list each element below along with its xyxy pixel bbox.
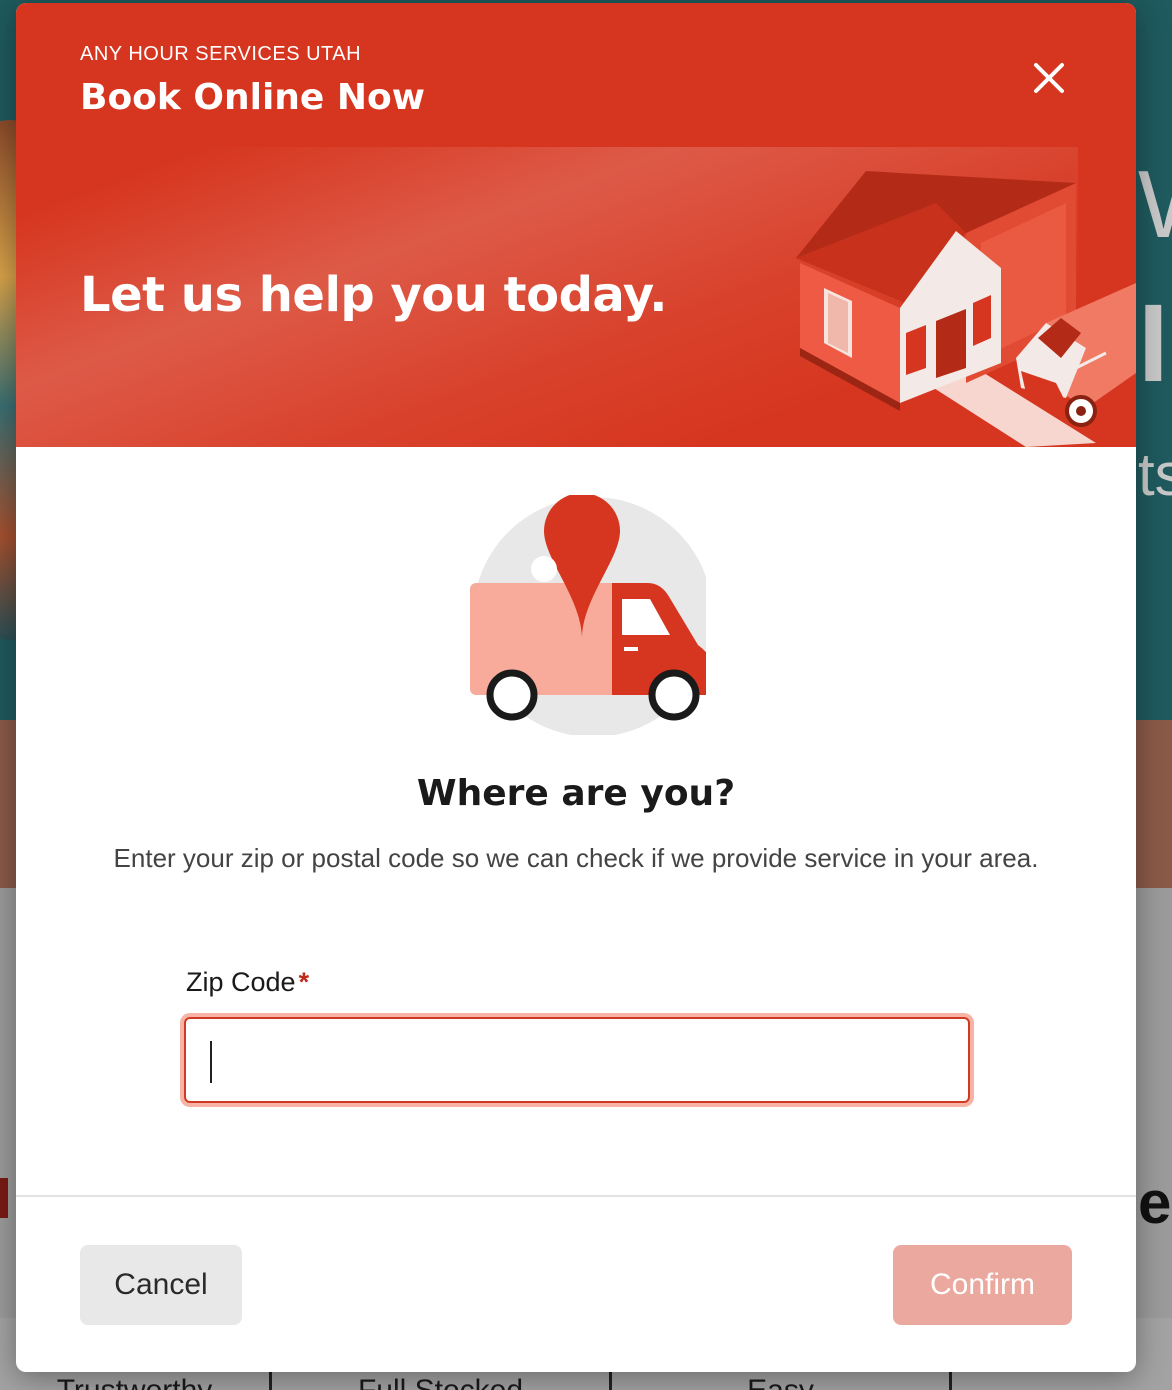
zip-code-label-text: Zip Code	[186, 967, 296, 997]
confirm-button[interactable]: Confirm	[893, 1245, 1072, 1325]
modal-title: Book Online Now	[80, 77, 425, 118]
hero-headline: Let us help you today.	[80, 267, 667, 323]
modal-header: ANY HOUR SERVICES UTAH Book Online Now L…	[16, 3, 1136, 447]
text-caret	[210, 1041, 212, 1083]
helper-text: Enter your zip or postal code so we can …	[113, 843, 1039, 873]
question-heading: Where are you?	[416, 773, 736, 814]
required-marker: *	[298, 967, 310, 997]
footer-divider	[16, 1195, 1136, 1197]
cancel-button[interactable]: Cancel	[80, 1245, 242, 1325]
zip-code-input[interactable]	[184, 1017, 970, 1103]
close-button[interactable]	[1022, 53, 1072, 103]
zip-code-label: Zip Code *	[186, 967, 309, 998]
location-truck-icon	[470, 495, 706, 735]
close-icon	[1034, 63, 1064, 93]
booking-modal: ANY HOUR SERVICES UTAH Book Online Now L…	[16, 3, 1136, 1372]
company-eyebrow: ANY HOUR SERVICES UTAH	[80, 43, 362, 65]
house-van-illustration	[796, 171, 1136, 447]
